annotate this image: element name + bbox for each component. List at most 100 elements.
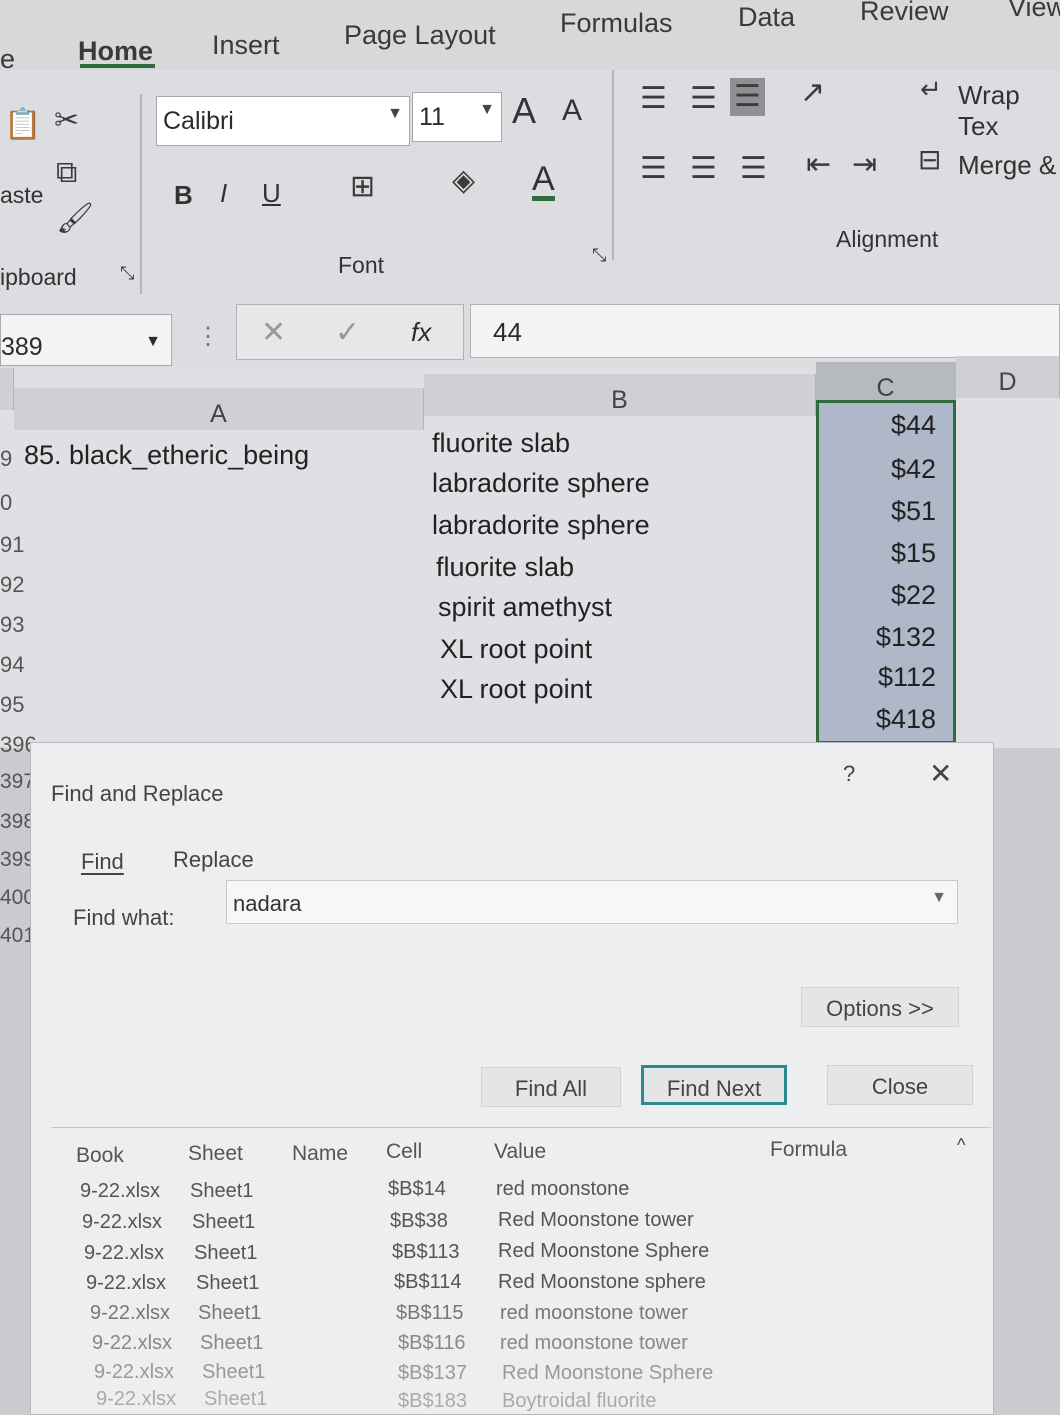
- align-center-icon[interactable]: ☰: [690, 154, 717, 184]
- font-name-combo[interactable]: Calibri ▼: [156, 96, 410, 146]
- italic-button[interactable]: I: [220, 178, 227, 209]
- result-sheet[interactable]: Sheet1: [200, 1332, 263, 1355]
- row-number[interactable]: 396: [0, 732, 37, 758]
- tab-replace[interactable]: Replace: [173, 847, 254, 873]
- result-cell[interactable]: $B$114: [394, 1271, 461, 1294]
- find-all-button[interactable]: Find All: [481, 1067, 621, 1107]
- result-value[interactable]: Boytroidal fluorite: [502, 1390, 657, 1413]
- column-header-d[interactable]: D: [956, 356, 1060, 398]
- cell-b[interactable]: spirit amethyst: [438, 592, 612, 623]
- result-cell[interactable]: $B$137: [398, 1362, 467, 1385]
- cut-icon[interactable]: ✂: [54, 106, 79, 136]
- result-book[interactable]: 9-22.xlsx: [94, 1361, 174, 1384]
- results-header-name[interactable]: Name: [292, 1142, 348, 1166]
- result-value[interactable]: Red Moonstone Sphere: [498, 1240, 709, 1263]
- cell-c[interactable]: $44: [818, 410, 936, 441]
- format-painter-icon[interactable]: 🖌: [56, 204, 94, 234]
- result-cell[interactable]: $B$183: [398, 1390, 467, 1413]
- result-sheet[interactable]: Sheet1: [204, 1388, 267, 1411]
- result-value[interactable]: Red Moonstone sphere: [498, 1271, 706, 1294]
- tab-data[interactable]: Data: [738, 2, 795, 33]
- paste-icon[interactable]: 📋: [4, 110, 41, 140]
- cell-c[interactable]: $418: [818, 704, 936, 735]
- collapse-results-icon[interactable]: ^: [957, 1135, 965, 1156]
- select-all-corner[interactable]: [0, 368, 14, 410]
- results-header-sheet[interactable]: Sheet: [188, 1142, 243, 1166]
- tab-review[interactable]: Review: [860, 0, 949, 27]
- align-top-icon[interactable]: ☰: [640, 84, 667, 114]
- cell-c[interactable]: $15: [818, 538, 936, 569]
- copy-icon[interactable]: ⧉: [56, 158, 77, 188]
- cell-c[interactable]: $112: [818, 662, 936, 693]
- options-button[interactable]: Options >>: [801, 987, 959, 1027]
- help-button[interactable]: ?: [843, 761, 855, 787]
- cell-b[interactable]: fluorite slab: [436, 552, 574, 583]
- merge-icon[interactable]: ⊟: [918, 146, 941, 174]
- cell-c[interactable]: $132: [818, 622, 936, 653]
- results-header-book[interactable]: Book: [76, 1144, 124, 1168]
- paste-label[interactable]: aste: [0, 182, 43, 209]
- results-header-cell[interactable]: Cell: [386, 1140, 422, 1164]
- merge-button[interactable]: Merge &: [958, 150, 1056, 181]
- close-button[interactable]: Close: [827, 1065, 973, 1105]
- column-header-a[interactable]: A: [14, 388, 424, 430]
- cell-c[interactable]: $42: [818, 454, 936, 485]
- result-value[interactable]: red moonstone tower: [500, 1302, 688, 1325]
- bold-button[interactable]: B: [174, 180, 193, 211]
- result-sheet[interactable]: Sheet1: [194, 1242, 257, 1265]
- align-left-icon[interactable]: ☰: [640, 154, 667, 184]
- results-header-formula[interactable]: Formula: [770, 1138, 847, 1162]
- enter-icon[interactable]: ✓: [335, 315, 360, 350]
- align-middle-icon[interactable]: ☰: [690, 84, 717, 114]
- name-box[interactable]: 389 ▼: [0, 314, 172, 366]
- row-number[interactable]: 92: [0, 572, 24, 598]
- row-number[interactable]: 0: [0, 490, 20, 516]
- result-value[interactable]: red moonstone: [496, 1178, 629, 1201]
- font-size-combo[interactable]: 11 ▼: [412, 92, 502, 142]
- fill-color-icon[interactable]: ◈: [452, 166, 475, 196]
- result-sheet[interactable]: Sheet1: [192, 1211, 255, 1234]
- result-cell[interactable]: $B$14: [388, 1178, 446, 1201]
- wrap-text-icon[interactable]: ↵: [920, 76, 942, 102]
- increase-indent-icon[interactable]: ⇥: [852, 150, 877, 180]
- cancel-icon[interactable]: ✕: [261, 315, 286, 350]
- cell-b[interactable]: labradorite sphere: [432, 468, 650, 499]
- font-color-button[interactable]: A: [532, 162, 555, 201]
- row-number[interactable]: 93: [0, 612, 24, 638]
- result-book[interactable]: 9-22.xlsx: [96, 1388, 176, 1411]
- cell-c[interactable]: $22: [818, 580, 936, 611]
- align-right-icon[interactable]: ☰: [740, 154, 767, 184]
- orientation-icon[interactable]: ↗: [800, 78, 825, 108]
- result-cell[interactable]: $B$115: [396, 1302, 463, 1325]
- dialog-launcher-icon[interactable]: ⤡: [120, 264, 134, 282]
- tab-find[interactable]: Find: [81, 849, 124, 875]
- dialog-launcher-icon[interactable]: ⤡: [592, 246, 606, 264]
- result-book[interactable]: 9-22.xlsx: [86, 1272, 166, 1295]
- cell-b[interactable]: XL root point: [440, 634, 592, 665]
- borders-icon[interactable]: ⊞: [350, 172, 375, 202]
- shrink-font-button[interactable]: A: [562, 94, 582, 128]
- row-number[interactable]: 9: [0, 446, 20, 472]
- results-header-value[interactable]: Value: [494, 1140, 546, 1164]
- find-what-input[interactable]: nadara ▼: [226, 880, 958, 924]
- decrease-indent-icon[interactable]: ⇤: [806, 150, 831, 180]
- cell-b[interactable]: labradorite sphere: [432, 510, 650, 541]
- result-book[interactable]: 9-22.xlsx: [92, 1332, 172, 1355]
- formula-input[interactable]: 44: [470, 304, 1060, 358]
- result-sheet[interactable]: Sheet1: [190, 1180, 253, 1203]
- result-value[interactable]: Red Moonstone tower: [498, 1209, 694, 1232]
- tab-view[interactable]: View: [1008, 0, 1060, 23]
- grow-font-button[interactable]: A: [512, 90, 536, 132]
- chevron-down-icon[interactable]: ▼: [931, 889, 947, 907]
- result-book[interactable]: 9-22.xlsx: [80, 1180, 160, 1203]
- cell-b[interactable]: fluorite slab: [432, 428, 570, 459]
- cell-a[interactable]: 85. black_etheric_being: [24, 440, 309, 471]
- tab-formulas[interactable]: Formulas: [560, 8, 673, 39]
- result-value[interactable]: red moonstone tower: [500, 1332, 688, 1355]
- result-cell[interactable]: $B$113: [392, 1241, 459, 1264]
- tab-insert[interactable]: Insert: [212, 30, 280, 61]
- result-book[interactable]: 9-22.xlsx: [90, 1302, 170, 1325]
- result-sheet[interactable]: Sheet1: [202, 1361, 265, 1384]
- result-cell[interactable]: $B$38: [390, 1210, 448, 1233]
- result-value[interactable]: Red Moonstone Sphere: [502, 1362, 713, 1385]
